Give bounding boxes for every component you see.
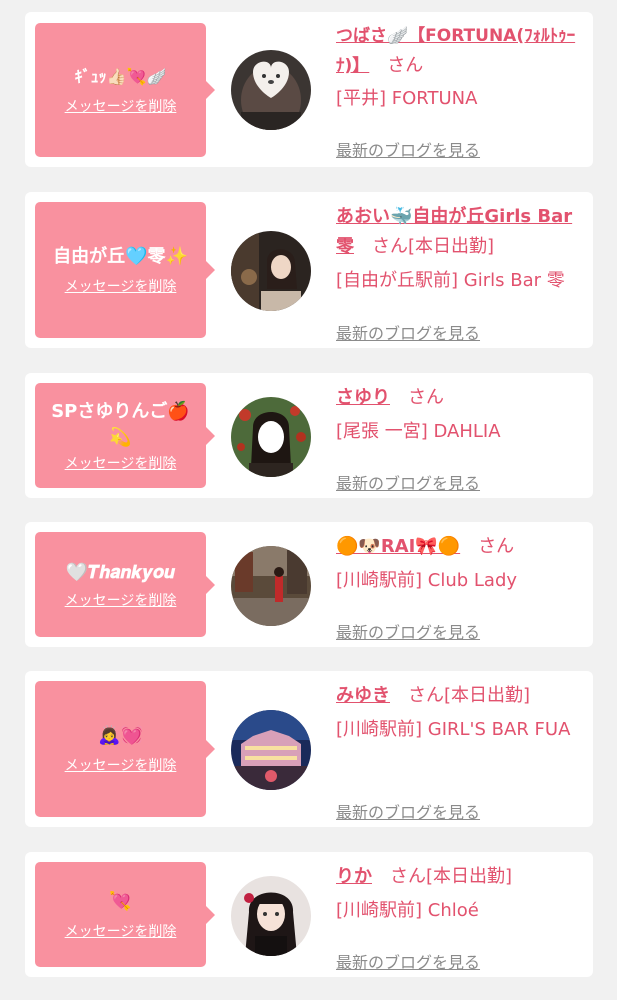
- delete-message-link[interactable]: メッセージを削除: [65, 96, 177, 116]
- avatar-photo-icon: [231, 710, 311, 790]
- shop-text: [川崎駅前] Chloé: [336, 900, 479, 921]
- san-suffix: さん: [390, 866, 426, 887]
- cast-name-link[interactable]: つばさ🪽【FORTUNA(ﾌｫﾙﾄｩｰﾅ)】: [336, 26, 575, 76]
- san-suffix: さん: [408, 685, 444, 706]
- san-suffix: さん: [408, 387, 444, 408]
- message-card: 自由が丘🩵零✨ メッセージを削除 あおい🐳自由が丘Girls Bar零 さん[本日…: [25, 192, 593, 348]
- status-badge: [本日出勤]: [444, 685, 531, 706]
- san-suffix: さん: [478, 536, 515, 557]
- cast-name-link[interactable]: りか: [336, 866, 372, 887]
- view-latest-blog-link[interactable]: 最新のブログを見る: [336, 319, 480, 349]
- cast-name-link[interactable]: さゆり: [336, 387, 390, 408]
- shop-text: [川崎駅前] GIRL'S BAR FUA: [336, 719, 571, 740]
- message-bubble: 自由が丘🩵零✨ メッセージを削除: [35, 202, 215, 338]
- message-card: SPさゆりんご🍎💫 メッセージを削除 さゆり さん [尾張 一宮] DAHLIA …: [25, 373, 593, 498]
- delete-message-link[interactable]: メッセージを削除: [65, 755, 177, 775]
- avatar[interactable]: [231, 50, 311, 130]
- shop-text: [平井] FORTUNA: [336, 88, 478, 109]
- view-latest-blog-link[interactable]: 最新のブログを見る: [336, 136, 480, 166]
- message-bubble: 🤍𝑻𝒉𝒂𝒏𝒌𝒚𝒐𝒖 メッセージを削除: [35, 532, 215, 637]
- message-card: ｷﾞｭｯ👍🏻💘🪽 メッセージを削除 つばさ🪽【FORTUNA(ﾌｫﾙﾄｩｰﾅ)】…: [25, 12, 593, 167]
- delete-message-link[interactable]: メッセージを削除: [65, 590, 177, 610]
- cast-info: 🟠🐶RAI🎀🟠 さん [川崎駅前] Club Lady 最新のブログを見る: [336, 532, 586, 642]
- message-bubble: SPさゆりんご🍎💫 メッセージを削除: [35, 383, 215, 488]
- cast-name-link[interactable]: 🟠🐶RAI🎀🟠: [336, 536, 460, 557]
- message-text: 🙇‍♀️💓: [98, 725, 143, 746]
- view-latest-blog-link[interactable]: 最新のブログを見る: [336, 469, 480, 499]
- avatar-photo-icon: [231, 397, 311, 477]
- san-suffix: さん: [372, 236, 408, 257]
- message-card: 🙇‍♀️💓 メッセージを削除 みゆき さん[本日出勤] [川崎駅前] GIRL'S…: [25, 671, 593, 827]
- cast-info: みゆき さん[本日出勤] [川崎駅前] GIRL'S BAR FUA 最新のブログ…: [336, 681, 586, 822]
- avatar-photo-icon: [231, 546, 311, 626]
- message-bubble: ｷﾞｭｯ👍🏻💘🪽 メッセージを削除: [35, 23, 215, 157]
- cast-info: あおい🐳自由が丘Girls Bar零 さん[本日出勤] [自由が丘駅前] Girl…: [336, 202, 586, 343]
- avatar[interactable]: [231, 231, 311, 311]
- status-badge: [本日出勤]: [426, 866, 513, 887]
- view-latest-blog-link[interactable]: 最新のブログを見る: [336, 798, 480, 828]
- avatar[interactable]: [231, 546, 311, 626]
- avatar[interactable]: [231, 710, 311, 790]
- avatar[interactable]: [231, 397, 311, 477]
- delete-message-link[interactable]: メッセージを削除: [65, 921, 177, 941]
- view-latest-blog-link[interactable]: 最新のブログを見る: [336, 948, 480, 978]
- shop-text: [自由が丘駅前] Girls Bar 零: [336, 270, 565, 291]
- avatar-photo-icon: [231, 231, 311, 311]
- message-text: 🤍𝑻𝒉𝒂𝒏𝒌𝒚𝒐𝒖: [65, 561, 176, 583]
- message-text: SPさゆりんご🍎💫: [51, 400, 190, 448]
- message-text: 💘: [109, 890, 132, 912]
- cast-name-link[interactable]: みゆき: [336, 685, 390, 706]
- avatar[interactable]: [231, 876, 311, 956]
- message-bubble: 🙇‍♀️💓 メッセージを削除: [35, 681, 215, 817]
- message-card: 💘 メッセージを削除 りか さん[本日出勤] [川崎駅前] Chloé 最新のブロ…: [25, 852, 593, 977]
- san-suffix: さん: [387, 55, 424, 76]
- cast-info: りか さん[本日出勤] [川崎駅前] Chloé 最新のブログを見る: [336, 862, 586, 972]
- view-latest-blog-link[interactable]: 最新のブログを見る: [336, 618, 480, 648]
- shop-text: [川崎駅前] Club Lady: [336, 570, 518, 591]
- avatar-photo-icon: [231, 876, 311, 956]
- message-card: 🤍𝑻𝒉𝒂𝒏𝒌𝒚𝒐𝒖 メッセージを削除 🟠🐶RAI🎀🟠 さん [川崎駅前] Club…: [25, 522, 593, 647]
- message-text: 自由が丘🩵零✨: [53, 246, 188, 267]
- avatar-photo-icon: [231, 50, 311, 130]
- delete-message-link[interactable]: メッセージを削除: [65, 276, 177, 296]
- status-badge: [本日出勤]: [408, 236, 495, 257]
- message-text: ｷﾞｭｯ👍🏻💘🪽: [74, 67, 167, 86]
- message-bubble: 💘 メッセージを削除: [35, 862, 215, 967]
- delete-message-link[interactable]: メッセージを削除: [65, 453, 177, 473]
- shop-text: [尾張 一宮] DAHLIA: [336, 421, 501, 442]
- cast-info: つばさ🪽【FORTUNA(ﾌｫﾙﾄｩｰﾅ)】 さん [平井] FORTUNA 最新…: [336, 21, 586, 160]
- cast-info: さゆり さん [尾張 一宮] DAHLIA 最新のブログを見る: [336, 383, 586, 493]
